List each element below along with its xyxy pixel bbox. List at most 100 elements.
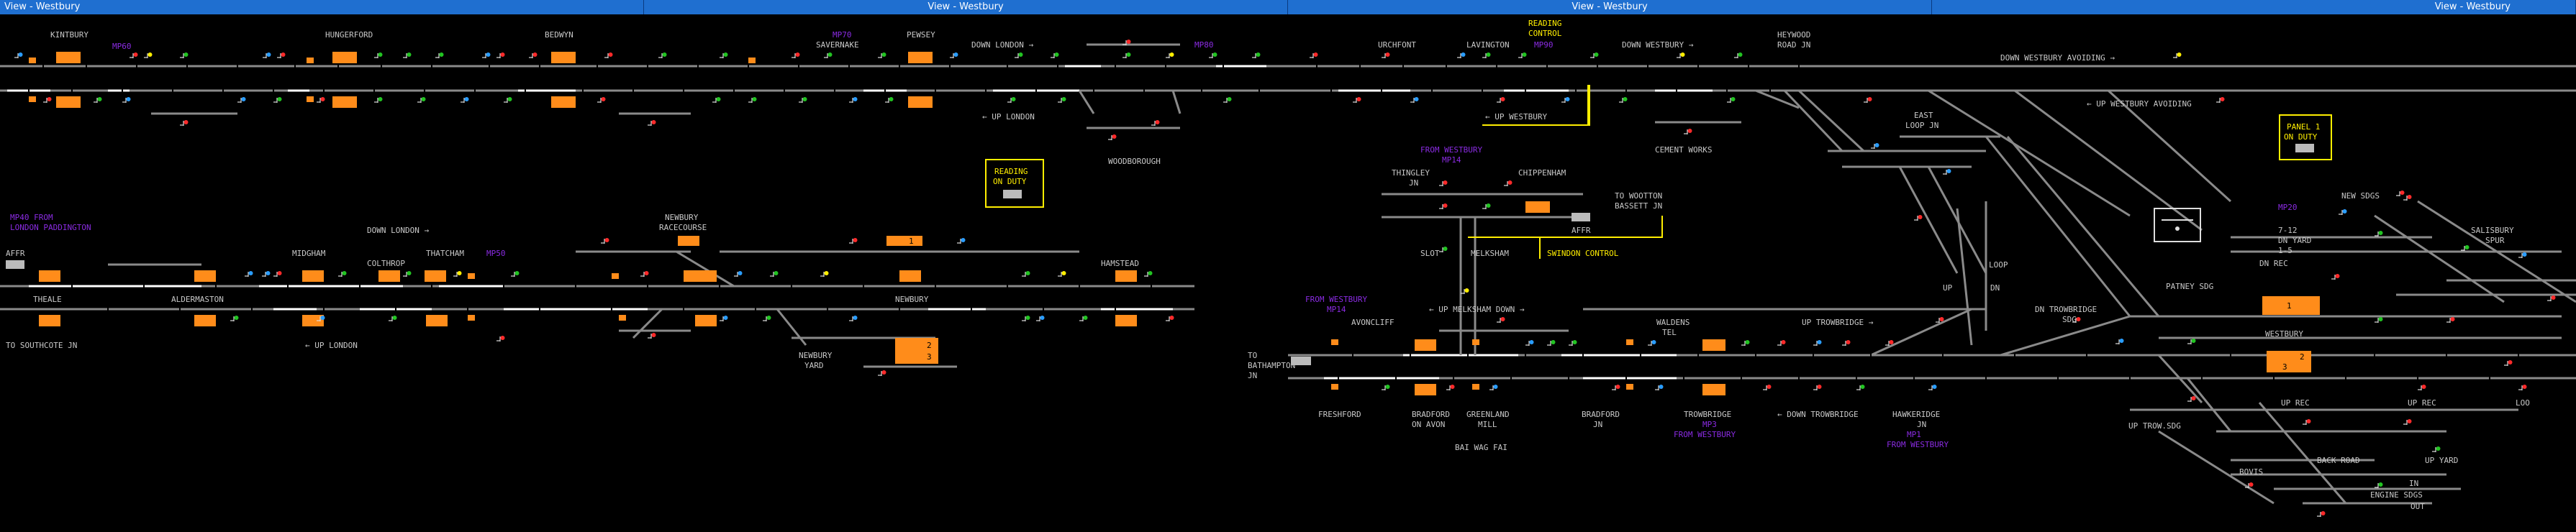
affr-indicator[interactable] <box>6 260 24 269</box>
berth-1-westbury: 1 <box>2287 301 2292 311</box>
label-reading-on-duty-2: ON DUTY <box>993 177 1027 186</box>
label-bradford-oa-1: BRADFORD <box>1412 410 1450 419</box>
bath-signals <box>1382 180 2556 518</box>
berth-3: 3 <box>927 352 932 362</box>
label-thingley-2: JN <box>1409 178 1418 188</box>
window-titlebar-2[interactable]: View - Westbury <box>644 0 1288 14</box>
reading-duty-box[interactable]: READING ON DUTY <box>985 159 1044 208</box>
label-swindon-control: SWINDON CONTROL <box>1547 249 1619 258</box>
label-lavington: LAVINGTON <box>1466 40 1510 50</box>
label-mp14-2: MP14 <box>1327 305 1346 314</box>
bath-labels: FROM WESTBURY MP14 THINGLEY JN CHIPPENHA… <box>1248 145 2530 511</box>
label-to-bath-2: BATHAMPTON <box>1248 361 1295 370</box>
label-mp80: MP80 <box>1194 40 1214 50</box>
label-heywood-2: ROAD JN <box>1777 40 1810 50</box>
top-block-ticks <box>28 63 1260 93</box>
label-dn: DN <box>1990 283 2000 293</box>
label-salisbury-2: SPUR <box>2485 236 2505 245</box>
label-cement-works: CEMENT WORKS <box>1655 145 1712 155</box>
label-heywood-1: HEYWOOD <box>1777 30 1810 40</box>
label-to-southcote: TO SOUTHCOTE JN <box>6 341 77 350</box>
label-back-road: BACK ROAD <box>2317 456 2360 465</box>
label-greenland-2: MILL <box>1478 420 1497 429</box>
label-to-wootton-1: TO WOOTTON <box>1615 191 1662 201</box>
label-thingley-1: THINGLEY <box>1392 168 1430 178</box>
mid-labels: MP40 FROM LONDON PADDINGTON DOWN LONDON … <box>6 213 1139 370</box>
label-east-loop-2: LOOP JN <box>1905 121 1938 130</box>
label-mp20: MP20 <box>2278 203 2298 212</box>
window-titlebar-4[interactable]: View - Westbury <box>1932 0 2576 14</box>
label-affr: AFFR <box>6 249 25 258</box>
label-in: IN <box>2409 479 2418 488</box>
label-to-bath-3: JN <box>1248 371 1257 380</box>
label-chippenham: CHIPPENHAM <box>1518 168 1566 178</box>
label-up-westbury-avoiding: ← UP WESTBURY AVOIDING <box>2087 99 2192 109</box>
label-bradford-oa-2: ON AVON <box>1412 420 1445 429</box>
label-newbury: NEWBURY <box>895 295 929 304</box>
label-reading-control-2: CONTROL <box>1528 29 1562 38</box>
window-title-4: View - Westbury <box>2434 1 2511 12</box>
label-out: OUT <box>2411 502 2425 511</box>
label-newbury-yard-1: NEWBURY <box>799 351 833 360</box>
w3-top-ticks <box>1316 63 1800 93</box>
window-title-1: View - Westbury <box>4 1 81 12</box>
berth-1: 1 <box>909 237 914 246</box>
label-dn-rec: DN REC <box>2259 259 2288 268</box>
berth-3-westbury: 3 <box>2282 362 2287 372</box>
label-pewsey: PEWSEY <box>907 30 935 40</box>
top-labels: KINTBURY MP60 HUNGERFORD BEDWYN MP70 SAV… <box>50 30 1214 166</box>
label-up-trow-sdg: UP TROW.SDG <box>2128 421 2181 431</box>
label-mp1: MP1 <box>1907 430 1921 439</box>
label-hamstead: HAMSTEAD <box>1101 259 1139 268</box>
label-to-bath-1: TO <box>1248 351 1257 360</box>
label-dn-yard: DN YARD <box>2278 236 2311 245</box>
label-panel1-1: PANEL 1 <box>2287 122 2320 132</box>
label-up-westbury: ← UP WESTBURY <box>1485 112 1547 121</box>
label-thatcham: THATCHAM <box>426 249 464 258</box>
mid-ticks <box>71 283 1152 312</box>
w3-top-tracks <box>1288 65 2576 346</box>
label-bai-wag-fai: BAI WAG FAI <box>1455 443 1507 452</box>
label-midgham: MIDGHAM <box>292 249 326 258</box>
label-up: UP <box>1943 283 1953 293</box>
label-to-wootton-2: BASSETT JN <box>1615 201 1662 211</box>
window-title-2: View - Westbury <box>928 1 1004 12</box>
bath-tracks <box>1288 193 2576 505</box>
bath-berths <box>1331 201 2320 395</box>
label-1-5: 1-5 <box>2278 246 2292 255</box>
signalling-panel: KINTBURY MP60 HUNGERFORD BEDWYN MP70 SAV… <box>0 19 2576 518</box>
label-patney-sdg: PATNEY SDG <box>2166 282 2213 291</box>
label-from-westbury-3: FROM WESTBURY <box>1674 430 1736 439</box>
label-down-london-1: DOWN LONDON → <box>971 40 1033 50</box>
label-reading-on-duty-1: READING <box>994 167 1028 176</box>
label-slot: SLOT <box>1420 249 1440 258</box>
label-thearle: THEALE <box>33 295 62 304</box>
label-newbury-rc-1: NEWBURY <box>665 213 699 222</box>
panel1-duty-box[interactable]: PANEL 1 ON DUTY <box>2279 114 2332 160</box>
label-up-rec-1: UP REC <box>2281 398 2310 408</box>
label-hawkeridge-1: HAWKERIDGE <box>1892 410 1940 419</box>
window-titlebar-1[interactable]: View - Westbury <box>0 0 644 14</box>
label-dn-trow-1: DN TROWBRIDGE <box>2035 305 2097 314</box>
label-down-westbury: DOWN WESTBURY → <box>1622 40 1694 50</box>
label-colthrop: COLTHROP <box>367 259 405 268</box>
label-bovis: BOVIS <box>2239 467 2263 477</box>
berth-2: 2 <box>927 341 932 350</box>
window-titlebar-3[interactable]: View - Westbury <box>1288 0 1932 14</box>
reading-control-boundary <box>1587 85 1590 125</box>
label-from-westbury-2: FROM WESTBURY <box>1305 295 1367 304</box>
label-mp40-from-2: LONDON PADDINGTON <box>10 223 91 232</box>
label-up-rec-2: UP REC <box>2408 398 2436 408</box>
label-engine-sdgs: ENGINE SDGS <box>2370 490 2423 500</box>
label-loop: LOOP <box>1989 260 2008 270</box>
affr2-indicator[interactable] <box>1572 213 1590 221</box>
label-mp70: MP70 <box>833 30 852 40</box>
label-up-yard: UP YARD <box>2425 456 2458 465</box>
label-mp14-1: MP14 <box>1442 155 1461 165</box>
label-mp3: MP3 <box>1702 420 1717 429</box>
label-kintbury: KINTBURY <box>50 30 89 40</box>
bath-indicator[interactable] <box>1291 357 1311 365</box>
label-bedwyn: BEDWYN <box>545 30 573 40</box>
label-up-london-1: ← UP LONDON <box>982 112 1035 121</box>
label-from-westbury-4: FROM WESTBURY <box>1887 440 1949 449</box>
